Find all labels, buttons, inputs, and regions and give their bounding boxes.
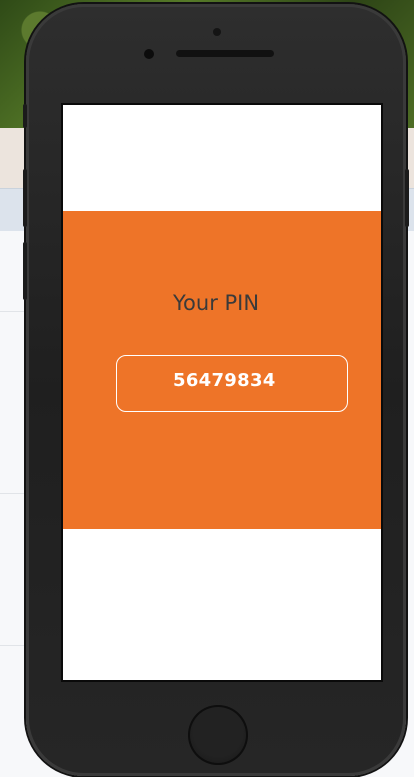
mute-switch (23, 104, 27, 128)
pin-panel: Your PIN 56479834 (63, 211, 381, 529)
page: Your PIN 56479834 (0, 0, 414, 777)
power-button (405, 169, 409, 227)
volume-up-button (23, 169, 27, 227)
home-button-icon[interactable] (188, 705, 248, 765)
phone-screen: Your PIN 56479834 (61, 103, 383, 682)
volume-down-button (23, 242, 27, 300)
speaker-icon (176, 50, 274, 57)
camera-icon (144, 49, 154, 59)
pin-value: 56479834 (173, 370, 276, 391)
phone-frame: Your PIN 56479834 (23, 4, 409, 776)
pin-label: Your PIN (173, 291, 260, 315)
pin-display-box: 56479834 (116, 355, 348, 412)
sensor-icon (213, 28, 221, 36)
